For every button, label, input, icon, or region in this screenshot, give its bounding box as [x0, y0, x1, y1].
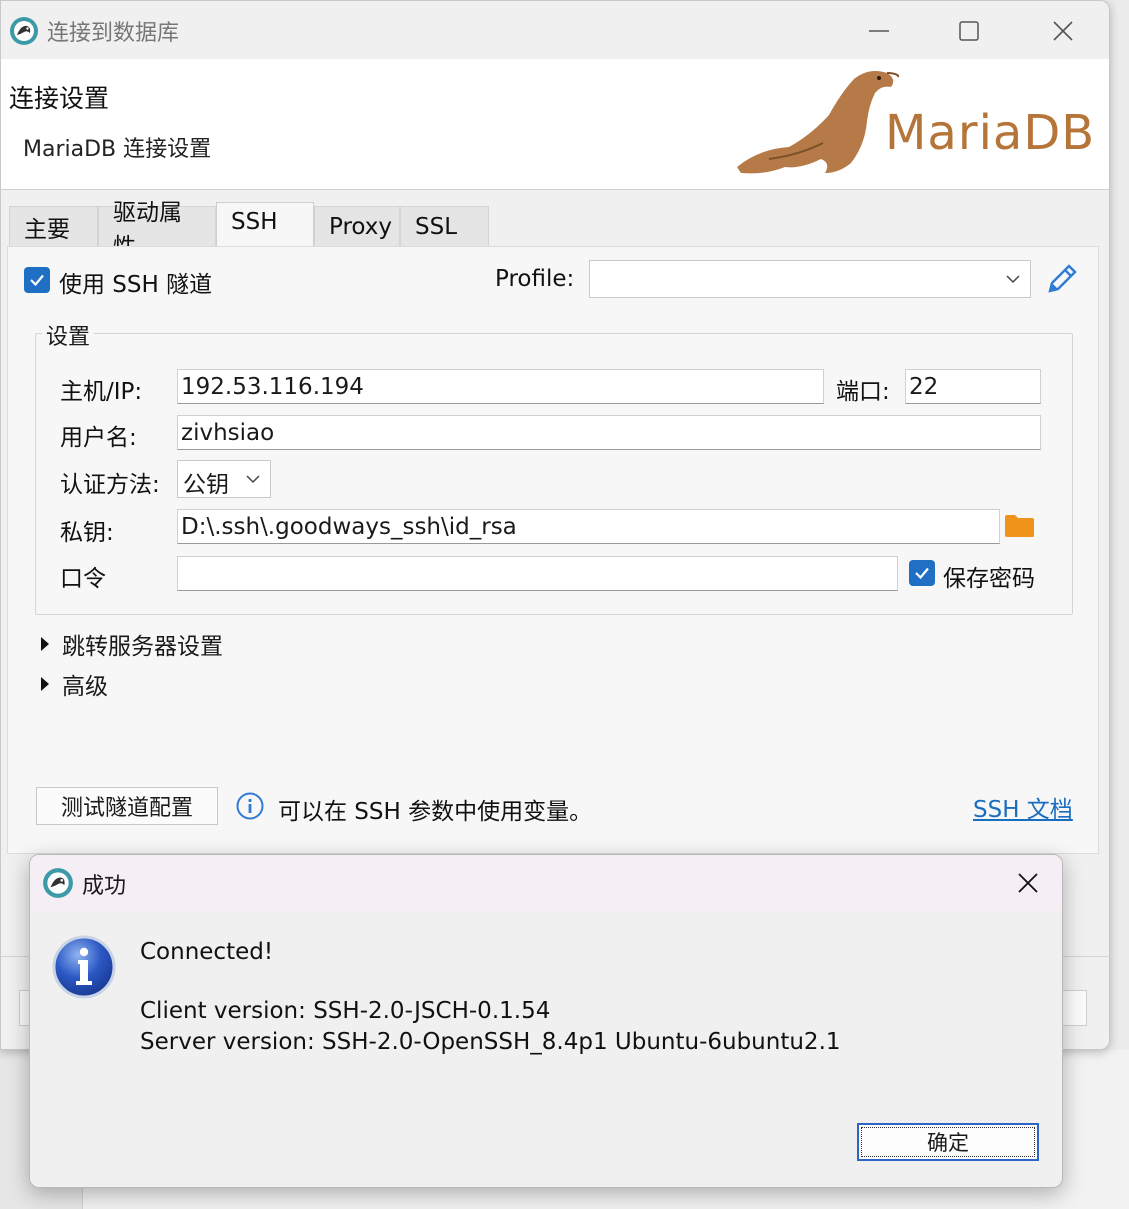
checkmark-icon [30, 274, 44, 287]
host-input[interactable]: 192.53.116.194 [177, 369, 824, 404]
ssh-tab-panel: 使用 SSH 隧道 Profile: 设置 主机/IP: 192.53.116.… [7, 246, 1099, 854]
info-icon [236, 792, 264, 820]
chevron-down-icon [246, 475, 260, 484]
checkmark-icon [915, 567, 929, 580]
close-icon [1053, 21, 1073, 41]
advanced-expander[interactable]: 高级 [40, 667, 108, 701]
advanced-label: 高级 [62, 674, 108, 700]
passphrase-input[interactable] [177, 556, 898, 591]
username-input[interactable]: zivhsiao [177, 415, 1041, 450]
test-tunnel-button[interactable]: 测试隧道配置 [36, 787, 218, 825]
ok-button[interactable]: 确定 [857, 1123, 1039, 1161]
auth-method-label: 认证方法: [60, 472, 160, 498]
tab-main[interactable]: 主要 [9, 206, 98, 246]
auth-method-value: 公钥 [183, 472, 229, 498]
window-title: 连接到数据库 [47, 21, 180, 46]
page-subtitle: MariaDB 连接设置 [23, 137, 212, 162]
passphrase-label: 口令 [60, 566, 106, 592]
mariadb-logo-text: MariaDB [885, 105, 1096, 161]
settings-group-title: 设置 [42, 319, 95, 351]
tab-ssl[interactable]: SSL [400, 206, 489, 246]
chevron-down-icon [1006, 275, 1020, 284]
profile-select[interactable] [589, 260, 1031, 298]
tab-proxy[interactable]: Proxy [314, 206, 400, 246]
maximize-icon [959, 21, 979, 41]
triangle-right-icon [41, 637, 49, 651]
success-dialog: 成功 Connected! Client version: SSH-2.0-JS… [29, 854, 1063, 1188]
port-label: 端口: [836, 379, 890, 405]
close-icon [1018, 873, 1038, 893]
variables-info-text: 可以在 SSH 参数中使用变量。 [278, 799, 593, 825]
profile-label: Profile: [495, 266, 575, 292]
dialog-message-connected: Connected! [140, 939, 274, 965]
jump-server-label: 跳转服务器设置 [62, 634, 223, 660]
dialog-header: 连接设置 MariaDB 连接设置 MariaDB [1, 59, 1109, 190]
save-password-label: 保存密码 [943, 566, 1035, 592]
dialog-title: 成功 [82, 874, 127, 899]
auth-method-select[interactable]: 公钥 [177, 460, 271, 498]
window-titlebar: 连接到数据库 [1, 1, 1109, 59]
minimize-button[interactable] [849, 9, 909, 53]
tab-ssh[interactable]: SSH [216, 202, 314, 246]
private-key-label: 私钥: [60, 520, 114, 546]
close-button[interactable] [1033, 9, 1093, 53]
footer-button[interactable] [1061, 990, 1087, 1026]
private-key-input[interactable]: D:\.ssh\.goodways_ssh\id_rsa [177, 509, 1000, 544]
minimize-icon [869, 30, 889, 32]
page-title: 连接设置 [9, 84, 110, 113]
dialog-server-version: Server version: SSH-2.0-OpenSSH_8.4p1 Ub… [140, 1029, 841, 1055]
host-label: 主机/IP: [60, 379, 143, 405]
dialog-close-button[interactable] [1006, 867, 1050, 899]
triangle-right-icon [41, 677, 49, 691]
edit-pencil-icon[interactable] [1044, 261, 1080, 297]
username-label: 用户名: [60, 425, 137, 451]
port-input[interactable]: 22 [905, 369, 1041, 404]
ssh-docs-link[interactable]: SSH 文档 [973, 790, 1073, 824]
tab-bar: 主要 驱动属性 SSH Proxy SSL [9, 200, 489, 260]
use-ssh-tunnel-label: 使用 SSH 隧道 [59, 272, 213, 298]
information-icon [52, 935, 116, 999]
mariadb-seal-logo [737, 71, 899, 174]
save-password-checkbox[interactable] [909, 560, 935, 586]
dialog-titlebar: 成功 [30, 855, 1062, 911]
jump-server-expander[interactable]: 跳转服务器设置 [40, 627, 223, 661]
maximize-button[interactable] [939, 9, 999, 53]
use-ssh-tunnel-checkbox[interactable] [24, 267, 50, 293]
dialog-client-version: Client version: SSH-2.0-JSCH-0.1.54 [140, 998, 551, 1024]
app-icon [43, 868, 73, 898]
app-icon [10, 17, 38, 45]
folder-icon[interactable] [1004, 514, 1035, 538]
tab-driver-properties[interactable]: 驱动属性 [98, 200, 216, 260]
